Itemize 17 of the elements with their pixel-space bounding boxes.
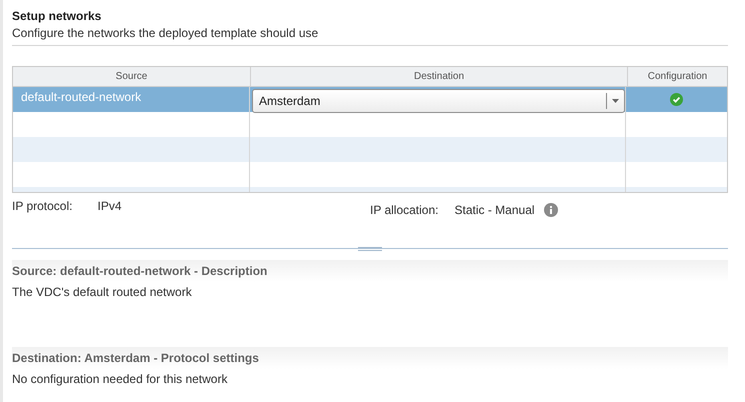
section-text: The VDC's default routed network	[12, 285, 193, 299]
section-text: No configuration needed for this network	[12, 372, 228, 386]
splitter-handle[interactable]	[358, 247, 382, 252]
page-subtitle: Configure the networks the deployed template should use	[12, 25, 320, 42]
page-title: Setup networks	[12, 8, 102, 25]
column-header[interactable]: Destination	[251, 67, 628, 86]
ip-protocol-value: IPv4	[97, 199, 122, 213]
column-header[interactable]: Source	[13, 67, 251, 86]
info-icon[interactable]	[544, 203, 558, 217]
ip-allocation-value: Static - Manual	[454, 203, 535, 217]
ip-allocation-label: IP allocation:	[370, 203, 438, 217]
ip-protocol-label: IP protocol:	[12, 199, 72, 213]
column-header[interactable]: Configuration	[628, 67, 727, 86]
caret-icon	[612, 98, 619, 102]
table-row[interactable]: default-routed-network Amsterdam	[13, 87, 727, 112]
table-cell: default-routed-network	[21, 90, 142, 104]
destination-dropdown[interactable]: Amsterdam	[252, 88, 625, 112]
